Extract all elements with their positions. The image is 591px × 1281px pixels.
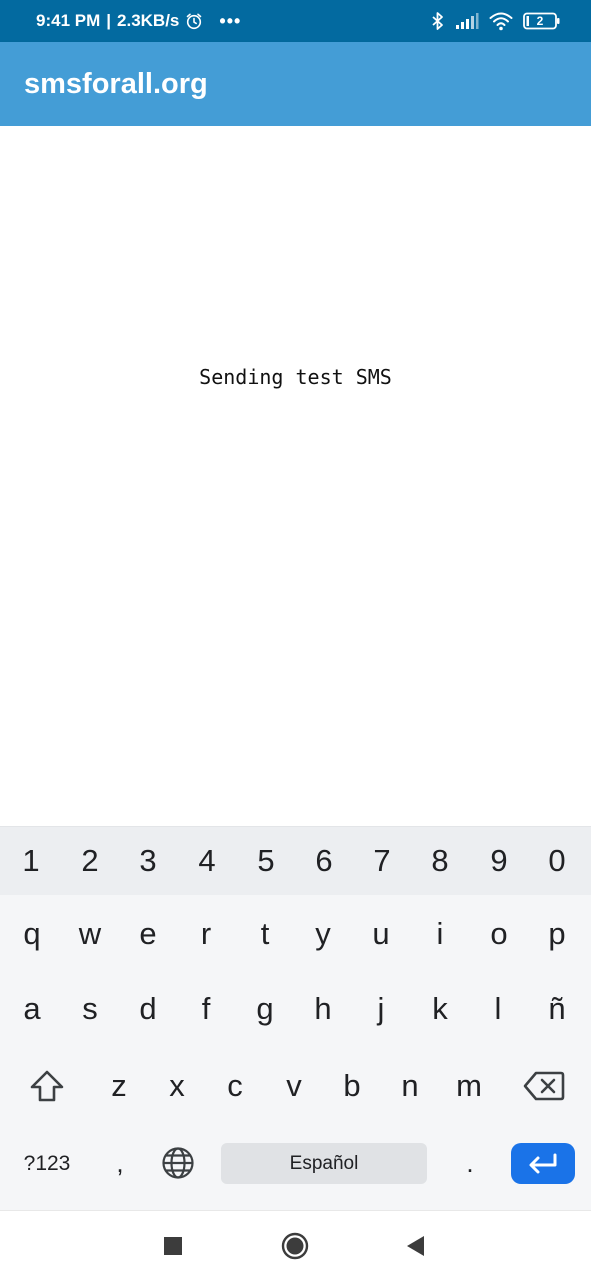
key-q[interactable]: q [3,899,61,969]
key-x[interactable]: x [148,1051,206,1121]
key-9[interactable]: 9 [470,827,528,895]
key-h[interactable]: h [294,974,352,1044]
key-c[interactable]: c [206,1051,264,1121]
shift-icon[interactable] [17,1051,77,1121]
status-bar: 9:41 PM | 2.3KB/s ••• 2 [0,0,591,42]
battery-icon: 2 [523,12,561,30]
triangle-back-icon[interactable] [397,1227,435,1265]
key-s[interactable]: s [61,974,119,1044]
status-separator: | [106,11,112,30]
key-y[interactable]: y [294,899,352,969]
status-right: 2 [431,0,561,42]
key-d[interactable]: d [119,974,177,1044]
signal-icon [455,12,479,30]
key-i[interactable]: i [411,899,469,969]
key-0[interactable]: 0 [528,827,586,895]
bluetooth-icon [431,11,445,31]
system-navigation-bar [0,1210,591,1281]
main-content: Sending test SMS [0,126,591,826]
key-4[interactable]: 4 [178,827,236,895]
backspace-icon[interactable] [512,1051,576,1121]
key-n[interactable]: n [381,1051,439,1121]
key-u[interactable]: u [352,899,410,969]
key-k[interactable]: k [411,974,469,1044]
app-title: smsforall.org [24,68,208,100]
key-t[interactable]: t [236,899,294,969]
key-m[interactable]: m [440,1051,498,1121]
battery-level: 2 [536,14,544,28]
key-6[interactable]: 6 [295,827,353,895]
keyboard-row-zxcv: z x c v b n m [0,1051,591,1121]
key-g[interactable]: g [236,974,294,1044]
period-key[interactable]: . [450,1143,490,1184]
status-message: Sending test SMS [199,365,392,389]
comma-key[interactable]: , [100,1143,140,1184]
keyboard-row-asdf: a s d f g h j k l ñ [0,974,591,1044]
keyboard-row-bottom: ?123 , Español . [0,1127,591,1199]
wifi-icon [489,11,513,31]
status-network-speed: 2.3KB/s [117,11,180,30]
key-1[interactable]: 1 [2,827,60,895]
globe-icon[interactable] [156,1141,200,1185]
enter-icon[interactable] [511,1143,575,1184]
square-recents-icon[interactable] [154,1227,192,1265]
alarm-clock-icon [185,12,203,30]
on-screen-keyboard: 1 2 3 4 5 6 7 8 9 0 q w e r t y u i o p … [0,826,591,1211]
key-e[interactable]: e [119,899,177,969]
key-5[interactable]: 5 [237,827,295,895]
status-time: 9:41 PM [36,11,101,30]
key-l[interactable]: l [469,974,527,1044]
key-3[interactable]: 3 [119,827,177,895]
key-w[interactable]: w [61,899,119,969]
app-bar: smsforall.org [0,42,591,126]
key-p[interactable]: p [528,899,586,969]
key-n-tilde[interactable]: ñ [528,974,586,1044]
key-f[interactable]: f [177,974,235,1044]
key-j[interactable]: j [352,974,410,1044]
key-b[interactable]: b [323,1051,381,1121]
key-a[interactable]: a [3,974,61,1044]
key-7[interactable]: 7 [353,827,411,895]
key-8[interactable]: 8 [411,827,469,895]
key-2[interactable]: 2 [61,827,119,895]
key-z[interactable]: z [90,1051,148,1121]
key-r[interactable]: r [177,899,235,969]
more-dots-icon: ••• [219,10,242,31]
keyboard-number-row: 1 2 3 4 5 6 7 8 9 0 [0,827,591,895]
keyboard-row-qwerty: q w e r t y u i o p [0,899,591,969]
key-v[interactable]: v [265,1051,323,1121]
space-bar[interactable]: Español [221,1143,427,1184]
symbols-key[interactable]: ?123 [14,1143,80,1184]
circle-home-icon[interactable] [276,1227,314,1265]
status-left: 9:41 PM | 2.3KB/s ••• [36,0,241,42]
key-o[interactable]: o [470,899,528,969]
